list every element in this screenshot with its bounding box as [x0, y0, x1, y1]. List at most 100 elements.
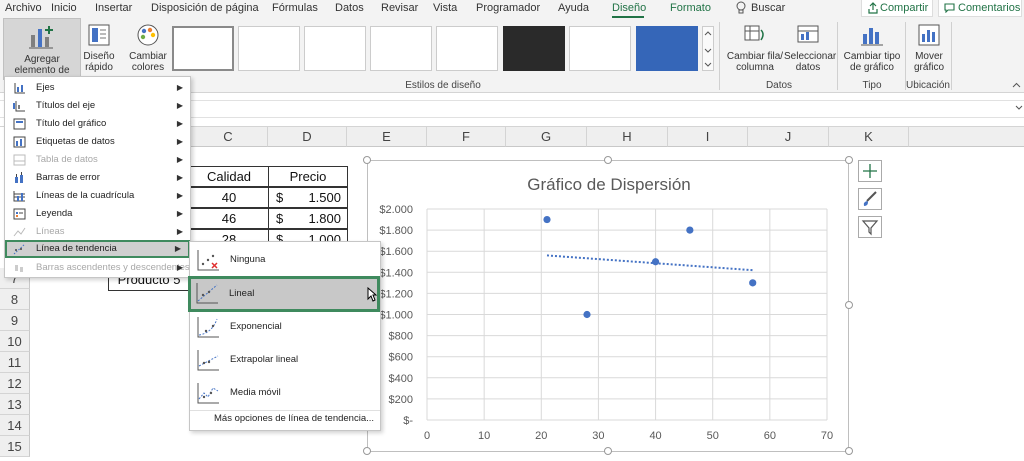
column-header[interactable]: J [748, 127, 829, 147]
submenu-more-options[interactable]: Más opciones de línea de tendencia... [214, 413, 374, 424]
column-header[interactable] [909, 127, 1024, 147]
tab-programador[interactable]: Programador [476, 2, 540, 14]
comments-button[interactable]: Comentarios [938, 0, 1022, 17]
move-chart-button[interactable]: Mover gráfico [908, 22, 950, 73]
resize-handle[interactable] [604, 447, 612, 455]
chart-elements-button[interactable] [858, 160, 882, 182]
tab-vista[interactable]: Vista [433, 2, 457, 14]
chart-style-5[interactable] [436, 26, 498, 71]
submenu-item-media-movil[interactable]: Media móvil [190, 376, 380, 409]
menu-item-barras-error[interactable]: Barras de error ▶ [5, 169, 190, 187]
chart-style-7[interactable] [569, 26, 631, 71]
scatter-chart[interactable]: $- $200 $400 $600 $800 $1.000 $1.200 $1.400 $1.6… [367, 160, 849, 452]
row-header[interactable]: 12 [0, 373, 30, 394]
add-chart-element-button[interactable]: Agregar elemento de gráfico [3, 18, 81, 87]
change-colors-label: Cambiar colores [129, 51, 167, 73]
cell-calidad[interactable]: 46 [189, 208, 269, 229]
menu-item-titulos-eje[interactable]: Títulos del eje ▶ [5, 97, 190, 115]
quick-layout-button[interactable]: Diseño rápido [81, 22, 117, 73]
tab-insertar[interactable]: Insertar [95, 2, 132, 14]
price-value: 1.500 [308, 190, 341, 205]
column-header[interactable]: H [587, 127, 668, 147]
column-header[interactable]: D [268, 127, 347, 147]
expand-formula-bar-icon[interactable] [1015, 103, 1023, 115]
menu-item-linea-tendencia[interactable]: Línea de tendencia ▶ [5, 240, 190, 258]
tab-archivo[interactable]: Archivo [5, 2, 42, 14]
menu-label: Líneas de la cuadrícula [36, 190, 135, 201]
resize-handle[interactable] [363, 447, 371, 455]
chevron-right-icon: ▶ [176, 209, 183, 218]
chart-style-3[interactable] [304, 26, 366, 71]
data-point [543, 215, 551, 224]
cell-precio[interactable]: $1.500 [268, 187, 348, 208]
cell-precio[interactable]: $1.800 [268, 208, 348, 229]
submenu-item-exponencial[interactable]: Exponencial [190, 310, 380, 343]
change-colors-button[interactable]: Cambiar colores [127, 22, 169, 73]
data-table-icon [13, 154, 26, 166]
menu-item-leyenda[interactable]: Leyenda ▶ [5, 205, 190, 223]
tab-inicio[interactable]: Inicio [51, 2, 77, 14]
tab-formulas[interactable]: Fórmulas [272, 2, 318, 14]
select-data-button[interactable]: Seleccionar datos [784, 22, 836, 73]
submenu-item-extrapolar[interactable]: Extrapolar lineal [190, 343, 380, 376]
row-header[interactable]: 13 [0, 394, 30, 415]
submenu-item-lineal[interactable]: Lineal [188, 276, 380, 312]
row-header[interactable]: 10 [0, 331, 30, 352]
resize-handle[interactable] [845, 301, 853, 309]
menu-item-ejes[interactable]: Ejes ▶ [5, 79, 190, 97]
menu-item-lineas: Líneas ▶ [5, 223, 190, 241]
legend-icon [13, 208, 26, 220]
data-point [651, 258, 660, 266]
column-header[interactable]: C [189, 127, 268, 147]
chart-style-6[interactable] [503, 26, 565, 71]
submenu-item-ninguna[interactable]: Ninguna [190, 243, 380, 276]
search-label[interactable]: Buscar [751, 2, 785, 14]
row-header[interactable]: 14 [0, 415, 30, 436]
tab-ayuda[interactable]: Ayuda [558, 2, 589, 14]
select-data-icon [797, 25, 819, 43]
chart-filters-button[interactable] [858, 216, 882, 238]
tab-formato[interactable]: Formato [670, 2, 711, 14]
row-header[interactable]: 9 [0, 310, 30, 331]
column-header[interactable]: E [347, 127, 427, 147]
column-header[interactable]: I [668, 127, 748, 147]
row-header[interactable]: 8 [0, 289, 30, 310]
chart-style-2[interactable] [238, 26, 300, 71]
resize-handle[interactable] [604, 156, 612, 164]
row-header[interactable]: 11 [0, 352, 30, 373]
resize-handle[interactable] [845, 156, 853, 164]
menu-label: Título del gráfico [36, 118, 107, 129]
styles-scroll[interactable] [702, 26, 714, 71]
tab-datos[interactable]: Datos [335, 2, 364, 14]
cell-calidad[interactable]: 40 [189, 187, 269, 208]
mouse-cursor-icon [367, 287, 377, 302]
tab-revisar[interactable]: Revisar [381, 2, 418, 14]
chart-styles-button[interactable] [858, 188, 882, 210]
collapse-ribbon-icon[interactable] [1012, 80, 1021, 92]
tab-diseno[interactable]: Diseño [612, 2, 646, 14]
column-header[interactable]: F [427, 127, 506, 147]
chart-title[interactable]: Gráfico de Dispersión [527, 175, 690, 194]
switch-row-column-button[interactable]: Cambiar fila/ columna [726, 22, 784, 73]
header-precio[interactable]: Precio [268, 166, 348, 187]
column-header[interactable]: K [829, 127, 909, 147]
submenu-label: Exponencial [230, 321, 282, 332]
change-chart-type-button[interactable]: Cambiar tipo de gráfico [841, 22, 903, 73]
share-button[interactable]: Compartir [861, 0, 933, 17]
menu-item-lineas-cuadricula[interactable]: Líneas de la cuadrícula ▶ [5, 187, 190, 205]
chart-style-1[interactable] [172, 26, 234, 71]
y-tick-label: $600 [389, 352, 413, 364]
resize-handle[interactable] [845, 447, 853, 455]
resize-handle[interactable] [363, 156, 371, 164]
tab-disposicion[interactable]: Disposición de página [151, 2, 259, 14]
column-header[interactable]: G [506, 127, 587, 147]
chart-style-8[interactable] [636, 26, 698, 71]
header-calidad[interactable]: Calidad [189, 166, 269, 187]
menu-bar: Archivo Inicio Insertar Disposición de p… [0, 0, 1024, 18]
row-header[interactable]: 15 [0, 436, 30, 457]
lines-icon [13, 227, 26, 237]
share-label: Compartir [880, 2, 929, 14]
chart-style-4[interactable] [370, 26, 432, 71]
menu-item-titulo-grafico[interactable]: Título del gráfico ▶ [5, 115, 190, 133]
menu-item-etiquetas-datos[interactable]: Etiquetas de datos ▶ [5, 133, 190, 151]
